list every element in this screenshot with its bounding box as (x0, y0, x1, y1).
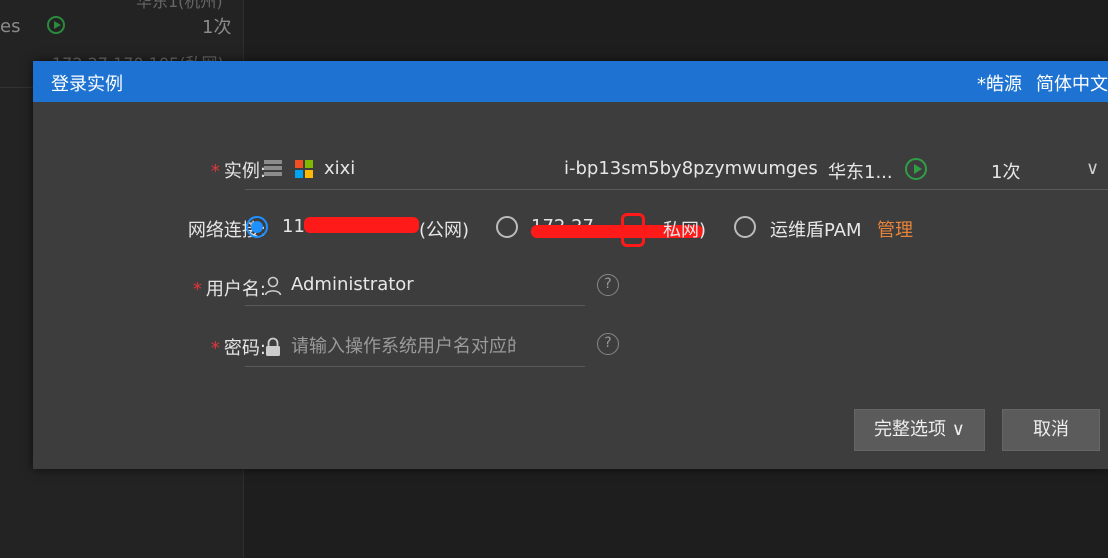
chevron-down-icon[interactable]: ∨ (1086, 158, 1099, 179)
instance-count: 1次 (991, 162, 1021, 183)
radio-public-network[interactable] (246, 216, 268, 238)
instance-name: xixi (324, 158, 356, 179)
play-icon (905, 158, 927, 180)
instance-region: 华东1... (828, 162, 893, 183)
play-icon[interactable] (47, 16, 65, 34)
username-field[interactable]: Administrator (245, 267, 585, 306)
instance-id: i-bp13sm5by8pzymwumges (564, 158, 818, 179)
chevron-down-icon: ∨ (951, 419, 965, 440)
required-mark: * (210, 338, 220, 359)
radio-pam[interactable] (734, 216, 756, 238)
redaction-mark (621, 213, 645, 247)
public-network-suffix: (公网) (419, 220, 470, 241)
background-count: 1次 (202, 17, 232, 38)
language-select[interactable]: 简体中文 (1036, 74, 1108, 95)
help-icon[interactable]: ? (597, 333, 619, 355)
username-value: Administrator (291, 274, 414, 295)
titlebar-right-items: *皓源 简体中文 (963, 70, 1108, 96)
dialog-titlebar: 登录实例 *皓源 简体中文 (33, 61, 1108, 102)
public-network-option[interactable]: 11 (282, 216, 305, 237)
full-options-button[interactable]: 完整选项 ∨ (854, 409, 985, 451)
background-row-text: es (0, 16, 21, 37)
user-icon (264, 276, 282, 296)
pam-option[interactable]: 运维盾PAM (770, 216, 862, 242)
instance-select[interactable]: xixi i-bp13sm5by8pzymwumges 华东1... 1次 ∨ (245, 150, 1108, 190)
password-input[interactable] (291, 333, 516, 359)
password-field[interactable] (245, 328, 585, 367)
required-mark: * (210, 161, 220, 182)
dialog-title: 登录实例 (51, 74, 123, 95)
private-network-suffix: 私网) (663, 220, 707, 241)
manage-link[interactable]: 管理 (877, 216, 913, 242)
cancel-button[interactable]: 取消 (1002, 409, 1100, 451)
help-icon[interactable]: ? (597, 274, 619, 296)
background-region-text: 华东1(杭州) (136, 0, 223, 11)
windows-icon (295, 160, 313, 178)
server-icon (264, 160, 282, 176)
redaction-mark (304, 217, 419, 233)
login-instance-dialog: 登录实例 *皓源 简体中文 * 实例: xixi i-bp13sm5by8pzymw… (33, 61, 1108, 469)
required-mark: * (192, 279, 202, 300)
lock-icon (266, 337, 280, 356)
user-name-link[interactable]: *皓源 (977, 74, 1022, 95)
radio-private-network[interactable] (496, 216, 518, 238)
